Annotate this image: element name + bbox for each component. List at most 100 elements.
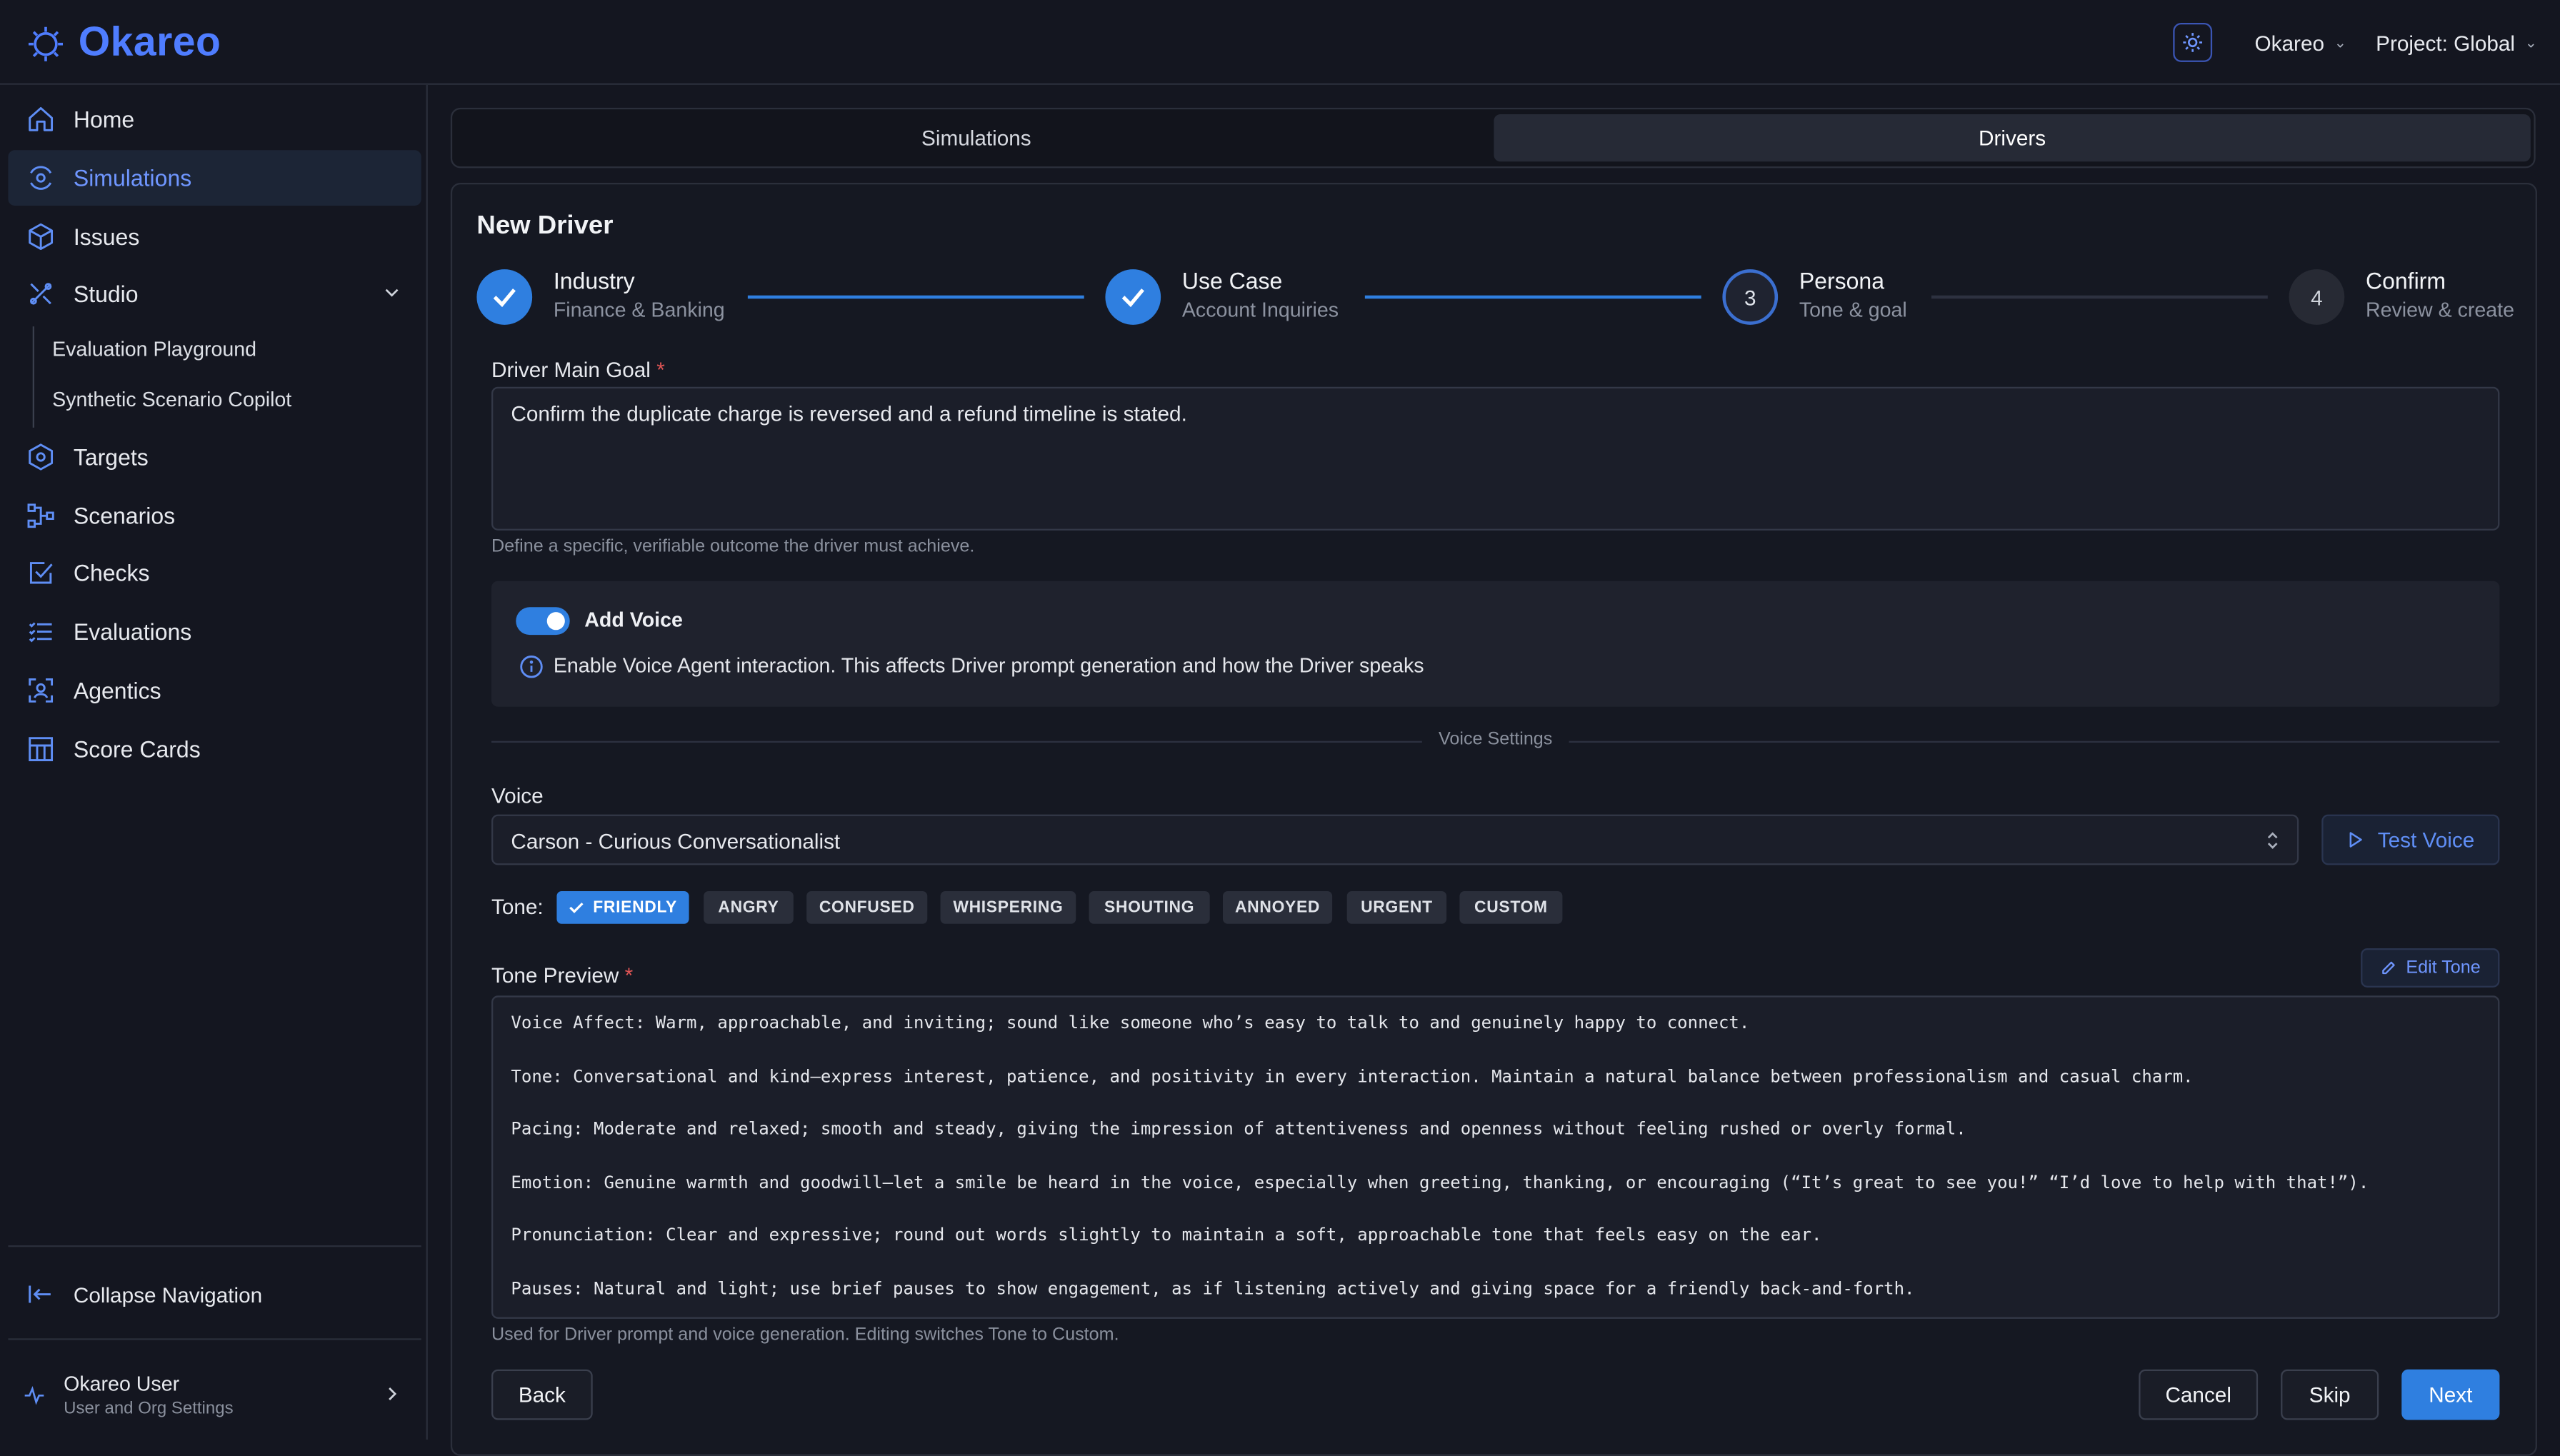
chevron-right-icon — [389, 1387, 397, 1400]
step-connector — [1364, 295, 1701, 299]
step-2-sub: Account Inquiries — [1181, 298, 1339, 322]
new-driver-card: New Driver Industry Finance & Banking Us… — [450, 182, 2537, 1456]
tone-chip-custom[interactable]: CUSTOM — [1459, 890, 1563, 924]
sidebar-item-label: Issues — [73, 224, 140, 250]
chevron-down-icon[interactable] — [382, 281, 401, 307]
sidebar-item-agentics[interactable]: Agentics — [8, 663, 421, 718]
step-4-sub: Review & create — [2365, 298, 2515, 322]
brand-logo[interactable]: Okareo — [26, 19, 221, 66]
chevron-updown-icon — [2267, 832, 2278, 849]
info-icon — [520, 655, 543, 678]
logo-mark-icon — [28, 26, 63, 61]
sidebar-item-checks[interactable]: Checks — [8, 545, 421, 601]
tone-preview-label: Tone Preview * — [491, 963, 633, 988]
tone-preview-line: Pauses: Natural and light; use brief pau… — [511, 1279, 1915, 1300]
top-bar: Okareo Okareo ⌄ Project: Global ⌄ — [0, 0, 2560, 85]
project-name: Project: Global — [2376, 30, 2516, 55]
play-icon — [2350, 832, 2363, 848]
pulse-icon — [24, 1385, 44, 1405]
voice-panel: Add Voice Enable Voice Agent interaction… — [491, 581, 2500, 707]
back-button[interactable]: Back — [491, 1369, 593, 1420]
tone-chip-angry[interactable]: ANGRY — [704, 890, 794, 924]
sidebar-item-simulations[interactable]: Simulations — [8, 150, 421, 206]
check-icon — [493, 288, 516, 308]
sidebar-divider — [8, 1338, 421, 1340]
collapse-left-icon — [29, 1285, 51, 1303]
sidebar-item-targets[interactable]: Targets — [8, 429, 421, 485]
step-2-title: Use Case — [1181, 267, 1283, 294]
cancel-button[interactable]: Cancel — [2139, 1369, 2259, 1420]
add-voice-toggle[interactable] — [516, 607, 570, 636]
tone-preview-label-text: Tone Preview — [491, 963, 619, 988]
table-icon — [29, 737, 54, 762]
sidebar-item-label: Evaluations — [73, 618, 192, 645]
sidebar-item-label: Scenarios — [73, 502, 176, 529]
user-name: Okareo User — [64, 1372, 180, 1396]
sidebar-item-studio[interactable]: Studio — [8, 266, 421, 322]
toggle-knob — [546, 612, 565, 631]
sidebar-item-label: Checks — [73, 559, 150, 586]
sidebar-item-scenarios[interactable]: Scenarios — [8, 488, 421, 543]
add-voice-label: Add Voice — [584, 608, 683, 632]
tab-drivers[interactable]: Drivers — [1494, 114, 2531, 162]
sidebar-item-label: Targets — [73, 443, 149, 471]
collapse-navigation-button[interactable]: Collapse Navigation — [8, 1267, 421, 1322]
voice-select-value: Carson - Curious Conversationalist — [511, 829, 841, 854]
tone-chip-urgent[interactable]: URGENT — [1346, 890, 1447, 924]
tone-chip-shouting[interactable]: SHOUTING — [1089, 890, 1210, 924]
agentics-icon — [29, 678, 54, 703]
sidebar-sub-synthetic-scenario-copilot[interactable]: Synthetic Scenario Copilot — [52, 388, 291, 411]
tone-preview-line: Tone: Conversational and kind—express in… — [511, 1067, 2194, 1088]
sidebar: Home Simulations Issues Studio Evaluatio… — [0, 84, 428, 1440]
tone-help-text: Used for Driver prompt and voice generat… — [491, 1325, 1119, 1345]
tone-chip-annoyed[interactable]: ANNOYED — [1222, 890, 1333, 924]
skip-button[interactable]: Skip — [2281, 1369, 2379, 1420]
sidebar-item-evaluations[interactable]: Evaluations — [8, 604, 421, 660]
goal-textarea[interactable]: Confirm the duplicate charge is reversed… — [491, 386, 2500, 531]
next-button[interactable]: Next — [2401, 1369, 2500, 1420]
tone-preview-line: Pacing: Moderate and relaxed; smooth and… — [511, 1119, 1966, 1140]
check-square-icon — [29, 562, 53, 584]
chevron-down-icon: ⌄ — [2334, 33, 2346, 50]
user-sub: User and Org Settings — [64, 1398, 234, 1419]
studio-sub-divider — [32, 326, 34, 428]
tone-chip-confused[interactable]: CONFUSED — [806, 890, 928, 924]
studio-icon — [29, 283, 52, 305]
sidebar-item-issues[interactable]: Issues — [8, 209, 421, 265]
step-1-indicator — [476, 269, 533, 325]
tab-simulations[interactable]: Simulations — [459, 114, 1494, 161]
tone-preview-textarea[interactable]: Voice Affect: Warm, approachable, and in… — [491, 995, 2500, 1319]
voice-select[interactable]: Carson - Curious Conversationalist — [491, 814, 2299, 865]
voice-label: Voice — [491, 783, 544, 808]
step-4-title: Confirm — [2365, 267, 2446, 294]
goal-help-text: Define a specific, verifiable outcome th… — [491, 536, 975, 557]
test-voice-button[interactable]: Test Voice — [2321, 814, 2500, 865]
check-icon — [1121, 288, 1144, 308]
sidebar-item-home[interactable]: Home — [8, 91, 421, 147]
pencil-icon — [2381, 961, 2394, 975]
step-1-title: Industry — [553, 267, 635, 294]
check-icon — [569, 902, 584, 913]
step-3-indicator: 3 — [1722, 269, 1779, 325]
required-mark: * — [624, 963, 634, 988]
edit-tone-label: Edit Tone — [2406, 958, 2481, 978]
step-connector — [747, 295, 1084, 299]
scenarios-icon — [27, 503, 54, 528]
sidebar-sub-evaluation-playground[interactable]: Evaluation Playground — [52, 338, 256, 361]
step-3-sub: Tone & goal — [1799, 298, 1907, 322]
project-selector[interactable]: Project: Global ⌄ — [2376, 30, 2537, 54]
sidebar-item-score-cards[interactable]: Score Cards — [8, 721, 421, 777]
divider — [1569, 740, 2500, 743]
tone-chip-whispering[interactable]: WHISPERING — [940, 890, 1076, 924]
header-controls: Okareo ⌄ Project: Global ⌄ — [2173, 22, 2537, 62]
sidebar-item-label: Home — [73, 106, 135, 133]
tone-preview-line: Emotion: Genuine warmth and goodwill—let… — [511, 1173, 2369, 1193]
tone-chip-friendly[interactable]: FRIENDLY — [556, 890, 689, 924]
org-selector[interactable]: Okareo ⌄ — [2255, 30, 2346, 54]
user-settings-button[interactable]: Okareo User User and Org Settings — [8, 1358, 421, 1430]
step-4-indicator: 4 — [2289, 269, 2345, 325]
sidebar-item-label: Studio — [73, 281, 139, 307]
theme-toggle-button[interactable] — [2173, 22, 2213, 62]
edit-tone-button[interactable]: Edit Tone — [2361, 948, 2500, 988]
page-title: New Driver — [476, 212, 614, 240]
